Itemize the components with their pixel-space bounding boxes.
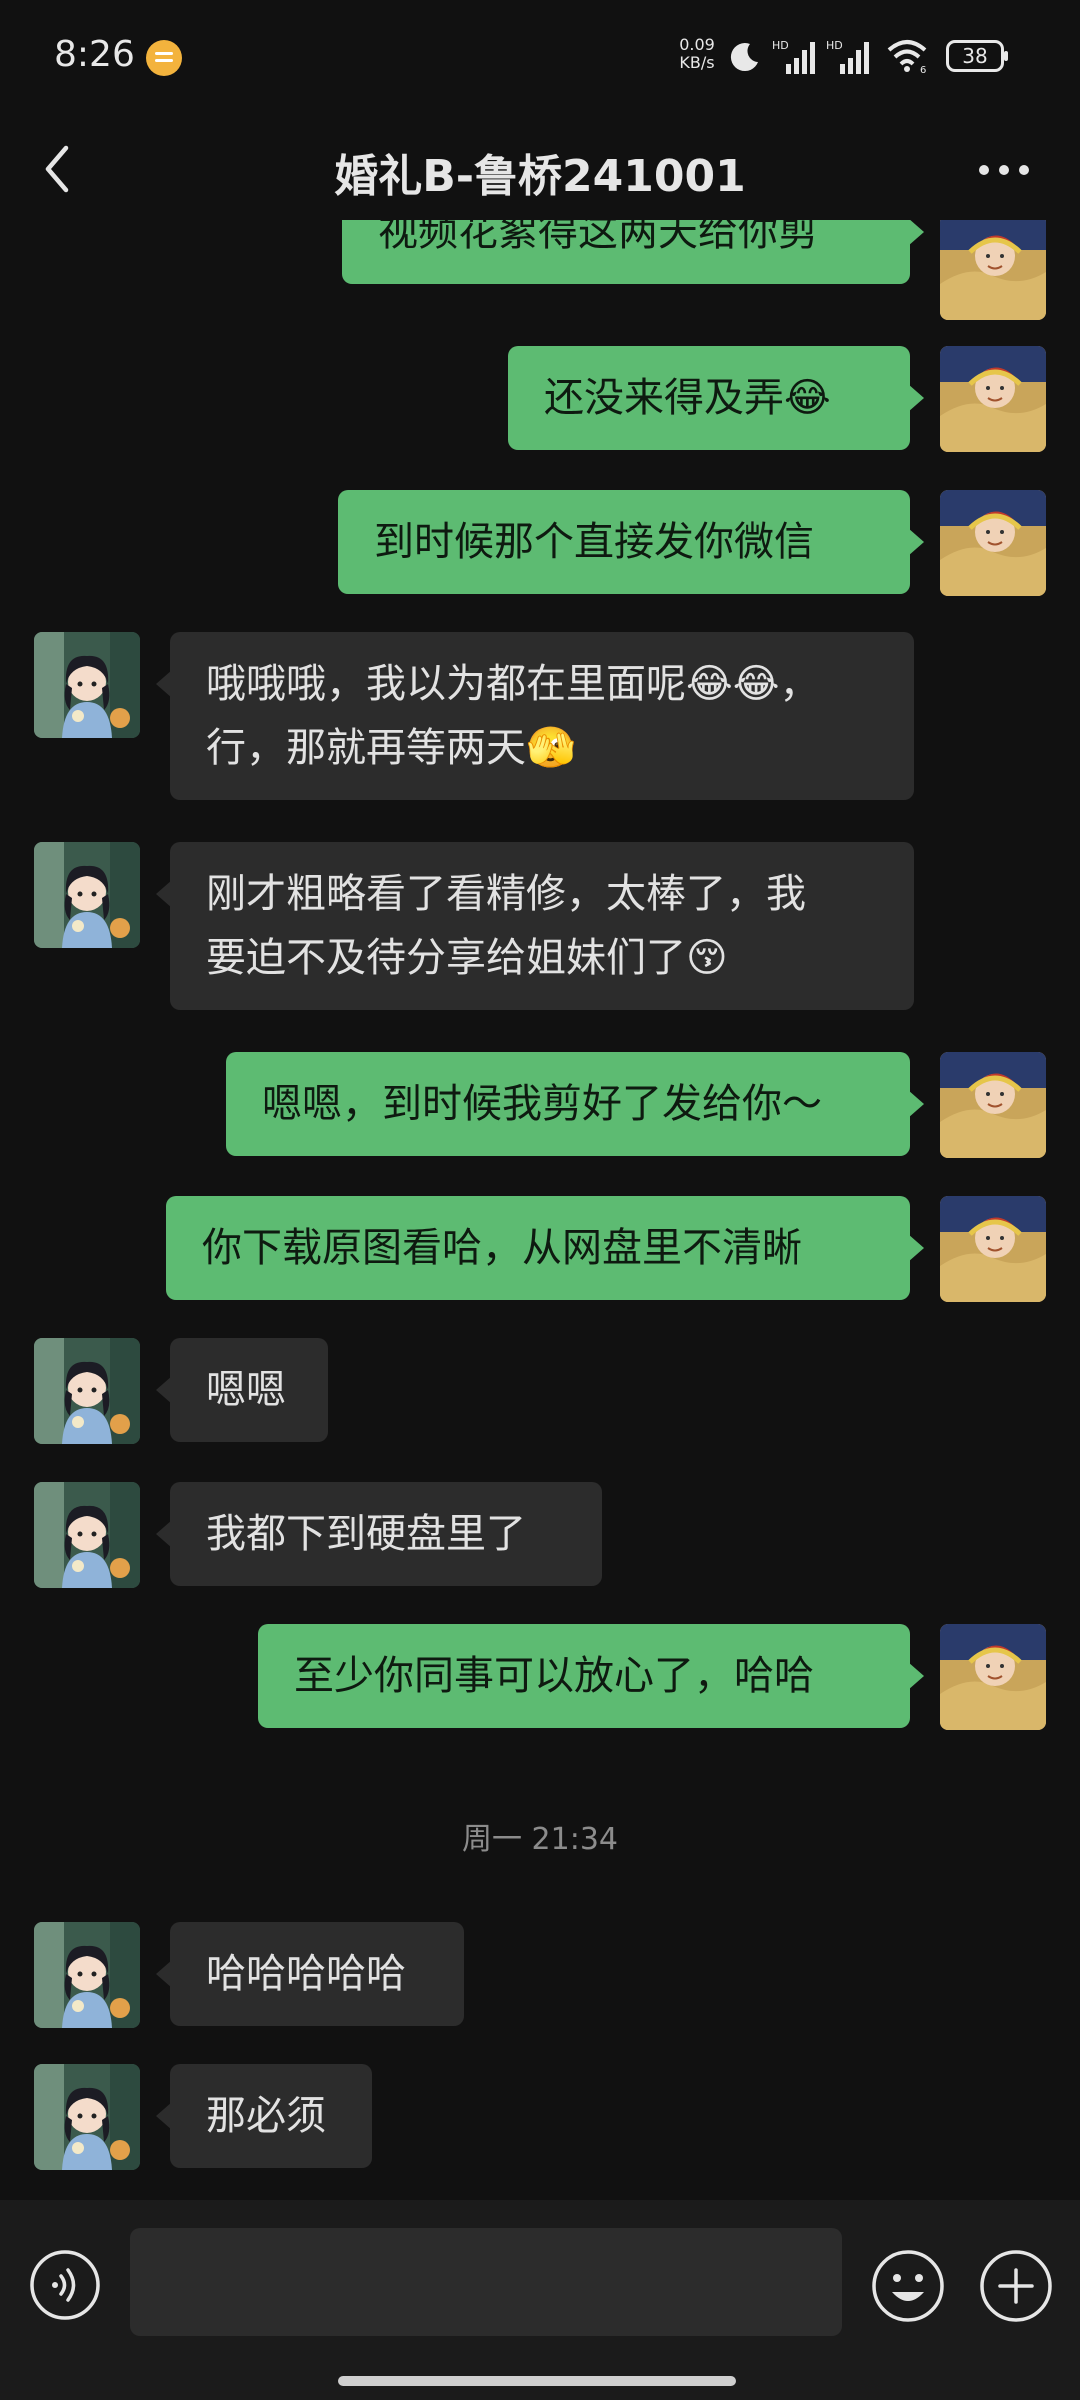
- voice-icon: [30, 2250, 100, 2320]
- message-text-line2: 行，那就再等两天🫣: [206, 725, 576, 771]
- avatar-me[interactable]: [940, 1052, 1046, 1158]
- message-input[interactable]: [130, 2228, 842, 2336]
- network-speed-value: 0.09: [679, 35, 715, 54]
- message-bubble-sent[interactable]: 至少你同事可以放心了，哈哈: [258, 1624, 924, 1728]
- message-text: 视频花絮得这两天给你剪: [378, 220, 818, 255]
- wifi-icon: 6: [887, 40, 926, 74]
- voice-button[interactable]: [28, 2248, 102, 2322]
- message-text: 哈哈哈哈哈: [206, 1951, 406, 1997]
- message-text: 哦哦哦，我以为都在里面呢😂😂，: [206, 661, 820, 707]
- message-text-line2: 要迫不及待分享给姐妹们了😚: [206, 935, 728, 981]
- avatar-me[interactable]: [940, 1624, 1046, 1730]
- chat-screen: 8:26 0.09 KB/s HD HD 6 38 婚礼B-鲁桥241001 视…: [0, 0, 1080, 2400]
- message-text: 到时候那个直接发你微信: [374, 519, 814, 565]
- avatar-me[interactable]: [940, 490, 1046, 596]
- signal-icon: HD: [772, 39, 815, 74]
- avatar-them[interactable]: [34, 842, 140, 948]
- message-text: 那必须: [206, 2093, 326, 2139]
- avatar-them[interactable]: [34, 2064, 140, 2170]
- plus-button[interactable]: [978, 2248, 1054, 2324]
- emoji-icon: [872, 2250, 944, 2322]
- avatar-them[interactable]: [34, 1482, 140, 1588]
- avatar-them[interactable]: [34, 1338, 140, 1444]
- message-text: 还没来得及弄😂: [544, 375, 831, 421]
- message-text: 嗯嗯，到时候我剪好了发给你～: [262, 1081, 822, 1127]
- message-bubble-received[interactable]: 我都下到硬盘里了: [156, 1482, 602, 1586]
- moon-icon: [730, 43, 758, 72]
- message-bubble-received[interactable]: 哈哈哈哈哈: [156, 1922, 464, 2026]
- message-text: 至少你同事可以放心了，哈哈: [294, 1653, 814, 1699]
- battery-level: 38: [962, 44, 988, 68]
- more-button[interactable]: [970, 150, 1050, 190]
- message-bubble-sent[interactable]: 嗯嗯，到时候我剪好了发给你～: [226, 1052, 924, 1156]
- more-dots-icon: [979, 165, 1029, 175]
- message-list[interactable]: 视频花絮得这两天给你剪 还没来得及弄😂 到时候那个直接发你微信 哦哦哦，我以为都…: [0, 220, 1080, 2200]
- message-bubble-sent[interactable]: 你下载原图看哈，从网盘里不清晰: [166, 1196, 924, 1300]
- chat-header: 婚礼B-鲁桥241001: [0, 120, 1080, 220]
- input-bar: [0, 2200, 1080, 2400]
- back-button[interactable]: [30, 134, 90, 204]
- avatar-me[interactable]: [940, 220, 1046, 320]
- signal-label: HD: [826, 39, 843, 52]
- message-text: 你下载原图看哈，从网盘里不清晰: [202, 1225, 802, 1271]
- message-bubble-sent[interactable]: 视频花絮得这两天给你剪: [342, 220, 924, 284]
- wifi-label: 6: [920, 65, 926, 74]
- time-divider: 周一 21:34: [462, 1822, 618, 1857]
- network-speed-unit: KB/s: [679, 53, 715, 72]
- message-text: 嗯嗯: [206, 1367, 286, 1413]
- message-bubble-sent[interactable]: 还没来得及弄😂: [508, 346, 924, 450]
- avatar-them[interactable]: [34, 632, 140, 738]
- network-speed: 0.09 KB/s: [672, 36, 722, 72]
- emoji-button[interactable]: [870, 2248, 946, 2324]
- chat-title: 婚礼B-鲁桥241001: [334, 151, 746, 202]
- message-bubble-sent[interactable]: 到时候那个直接发你微信: [338, 490, 924, 594]
- message-bubble-received[interactable]: 刚才粗略看了看精修，太棒了，我 要迫不及待分享给姐妹们了😚: [156, 842, 914, 1010]
- signal-icon: HD: [826, 39, 869, 74]
- chevron-left-icon: [45, 145, 69, 193]
- status-bar: 8:26 0.09 KB/s HD HD 6 38: [0, 0, 1080, 120]
- plus-icon: [980, 2250, 1052, 2322]
- avatar-me[interactable]: [940, 346, 1046, 452]
- notification-bubble-icon: [146, 40, 182, 76]
- signal-label: HD: [772, 39, 789, 52]
- message-text: 刚才粗略看了看精修，太棒了，我: [206, 871, 806, 917]
- status-time: 8:26: [54, 34, 135, 75]
- message-bubble-received[interactable]: 哦哦哦，我以为都在里面呢😂😂， 行，那就再等两天🫣: [156, 632, 914, 800]
- avatar-me[interactable]: [940, 1196, 1046, 1302]
- home-indicator[interactable]: [338, 2376, 736, 2386]
- battery-icon: 38: [946, 40, 1008, 72]
- message-bubble-received[interactable]: 嗯嗯: [156, 1338, 328, 1442]
- message-text: 我都下到硬盘里了: [206, 1511, 526, 1557]
- message-bubble-received[interactable]: 那必须: [156, 2064, 372, 2168]
- avatar-them[interactable]: [34, 1922, 140, 2028]
